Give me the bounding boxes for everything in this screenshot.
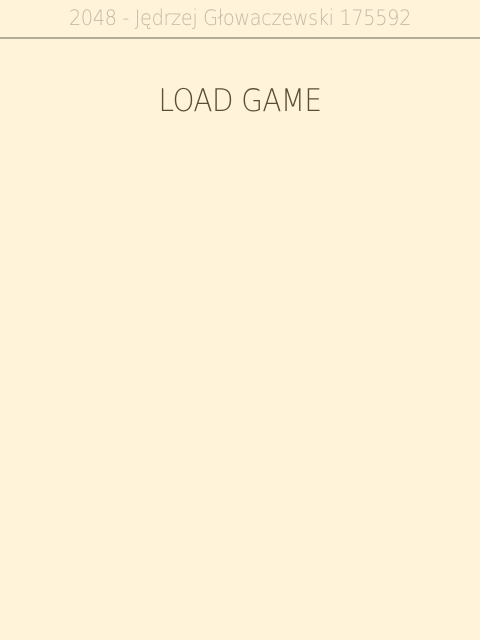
window-title-bar: 2048 - Jędrzej Głowaczewski 175592 <box>0 0 480 39</box>
page-title: LOAD GAME <box>158 83 322 119</box>
load-game-screen: LOAD GAME <box>0 41 480 640</box>
window-title: 2048 - Jędrzej Głowaczewski 175592 <box>68 6 412 30</box>
